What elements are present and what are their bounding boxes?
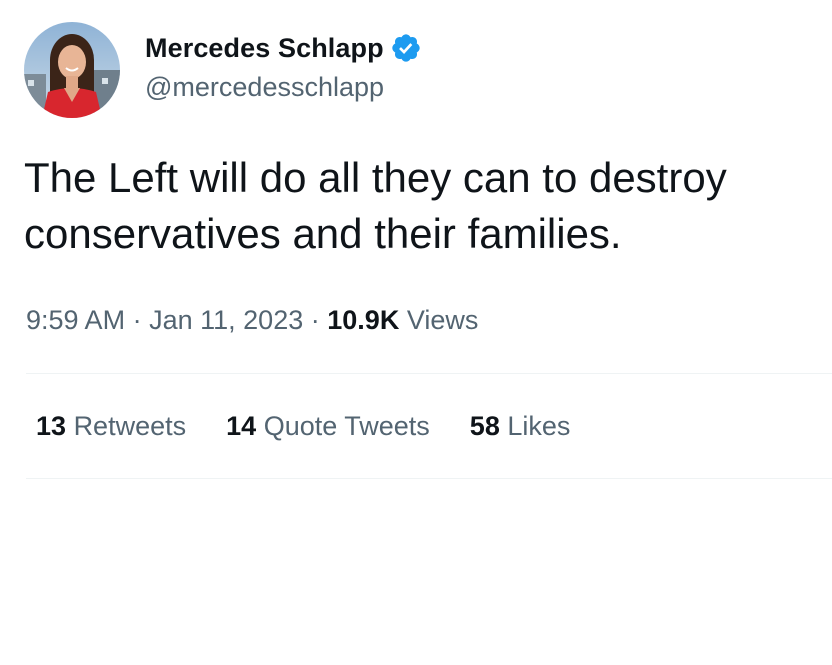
tweet-author: Mercedes Schlapp @mercedesschlapp [24,22,422,118]
views-label: Views [406,305,479,335]
engagement-stats: 13 Retweets 14 Quote Tweets 58 Likes [36,411,610,442]
views-count: 10.9K [327,305,400,335]
retweets-count: 13 [36,411,67,441]
likes-label: Likes [507,411,571,441]
name-row: Mercedes Schlapp [145,30,422,66]
retweets-link[interactable]: 13 Retweets [36,411,186,442]
tweet-detail: Mercedes Schlapp @mercedesschlapp The Le… [0,0,832,665]
verified-badge-icon[interactable] [390,32,422,64]
quote-tweets-count: 14 [226,411,257,441]
meta-separator: · [310,305,320,335]
likes-link[interactable]: 58 Likes [470,411,571,442]
views-link[interactable]: 10.9K Views [327,305,478,335]
quote-tweets-link[interactable]: 14 Quote Tweets [226,411,430,442]
tweet-metadata: 9:59 AM · Jan 11, 2023 · 10.9K Views [26,305,478,336]
avatar[interactable] [24,22,120,118]
likes-count: 58 [469,411,500,441]
author-handle[interactable]: @mercedesschlapp [145,72,422,103]
divider [26,373,832,374]
display-name[interactable]: Mercedes Schlapp [145,33,384,64]
tweet-time[interactable]: 9:59 AM [26,305,125,335]
tweet-text: The Left will do all they can to destroy… [24,154,727,257]
retweets-label: Retweets [73,411,187,441]
divider [26,478,832,479]
author-names: Mercedes Schlapp @mercedesschlapp [145,30,422,103]
quote-tweets-label: Quote Tweets [263,411,430,441]
profile-photo-icon [24,22,120,118]
meta-separator: · [132,305,142,335]
tweet-date[interactable]: Jan 11, 2023 [149,305,303,335]
